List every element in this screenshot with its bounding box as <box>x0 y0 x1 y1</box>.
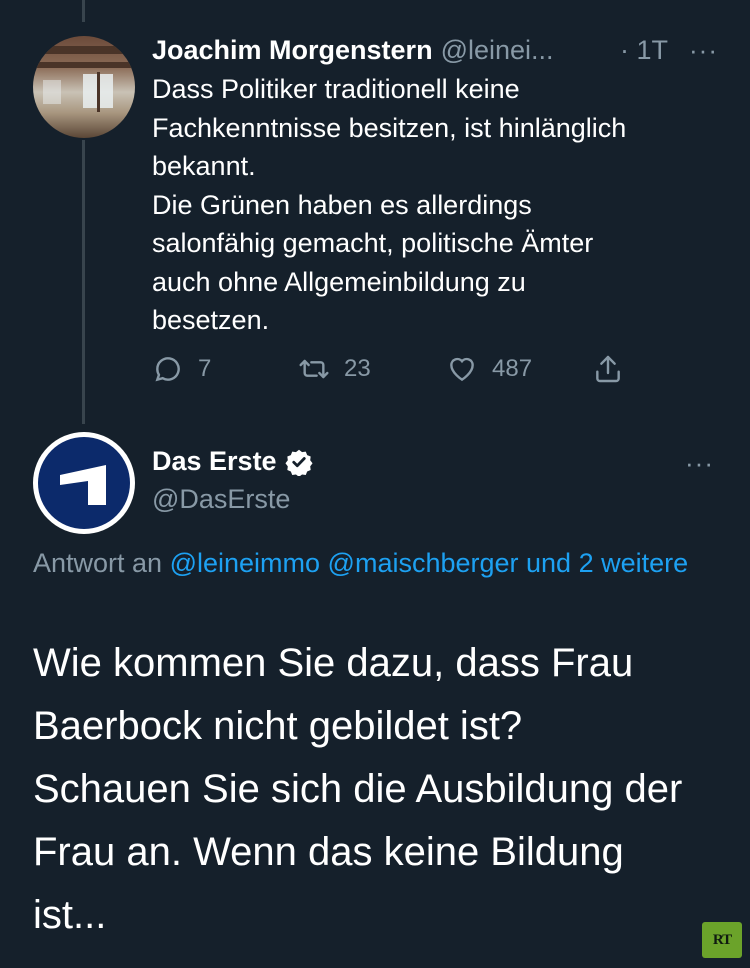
author-name[interactable]: Joachim Morgenstern <box>152 35 433 66</box>
more-options-icon[interactable]: ··· <box>689 35 718 66</box>
author-name[interactable]: Das Erste <box>152 446 277 477</box>
retweet-button[interactable]: 23 <box>298 348 371 390</box>
reply-context: Antwort an @leineimmo @maischberger und … <box>33 542 713 584</box>
tweet-text: Dass Politiker traditionell keine Fachke… <box>152 74 627 335</box>
reply-icon <box>155 357 180 382</box>
heart-icon <box>450 357 474 382</box>
verified-badge-icon <box>285 449 313 476</box>
author-handle[interactable]: @DasErste <box>152 484 290 515</box>
retweet-icon <box>299 359 329 379</box>
share-icon <box>596 355 620 383</box>
tweet-text: Wie kommen Sie dazu, dass Frau Baerbock … <box>33 641 683 937</box>
thread-line <box>82 0 85 22</box>
like-count: 487 <box>492 355 533 382</box>
reply-prefix: Antwort an <box>33 548 163 578</box>
reply-button[interactable]: 7 <box>152 348 211 390</box>
timestamp[interactable]: · 1T <box>620 35 668 66</box>
rt-watermark-logo: RT <box>702 922 742 958</box>
user-avatar[interactable] <box>33 36 135 138</box>
more-options-icon[interactable]: ··· <box>685 448 714 479</box>
tweet-header: Joachim Morgenstern @leinei... · 1T ··· <box>152 30 732 70</box>
das-erste-logo-icon <box>60 465 106 505</box>
share-button[interactable] <box>592 348 624 390</box>
user-avatar[interactable] <box>33 432 135 534</box>
reply-mentions-link[interactable]: @leineimmo @maischberger und 2 weitere <box>170 548 689 578</box>
tweet-header: Das Erste <box>152 446 313 477</box>
tweet-actions: 7 23 487 <box>152 348 652 390</box>
like-button[interactable]: 487 <box>446 348 532 390</box>
retweet-count: 23 <box>344 355 371 382</box>
author-handle[interactable]: @leinei... <box>441 35 554 66</box>
reply-count: 7 <box>198 355 212 382</box>
thread-line <box>82 140 85 424</box>
